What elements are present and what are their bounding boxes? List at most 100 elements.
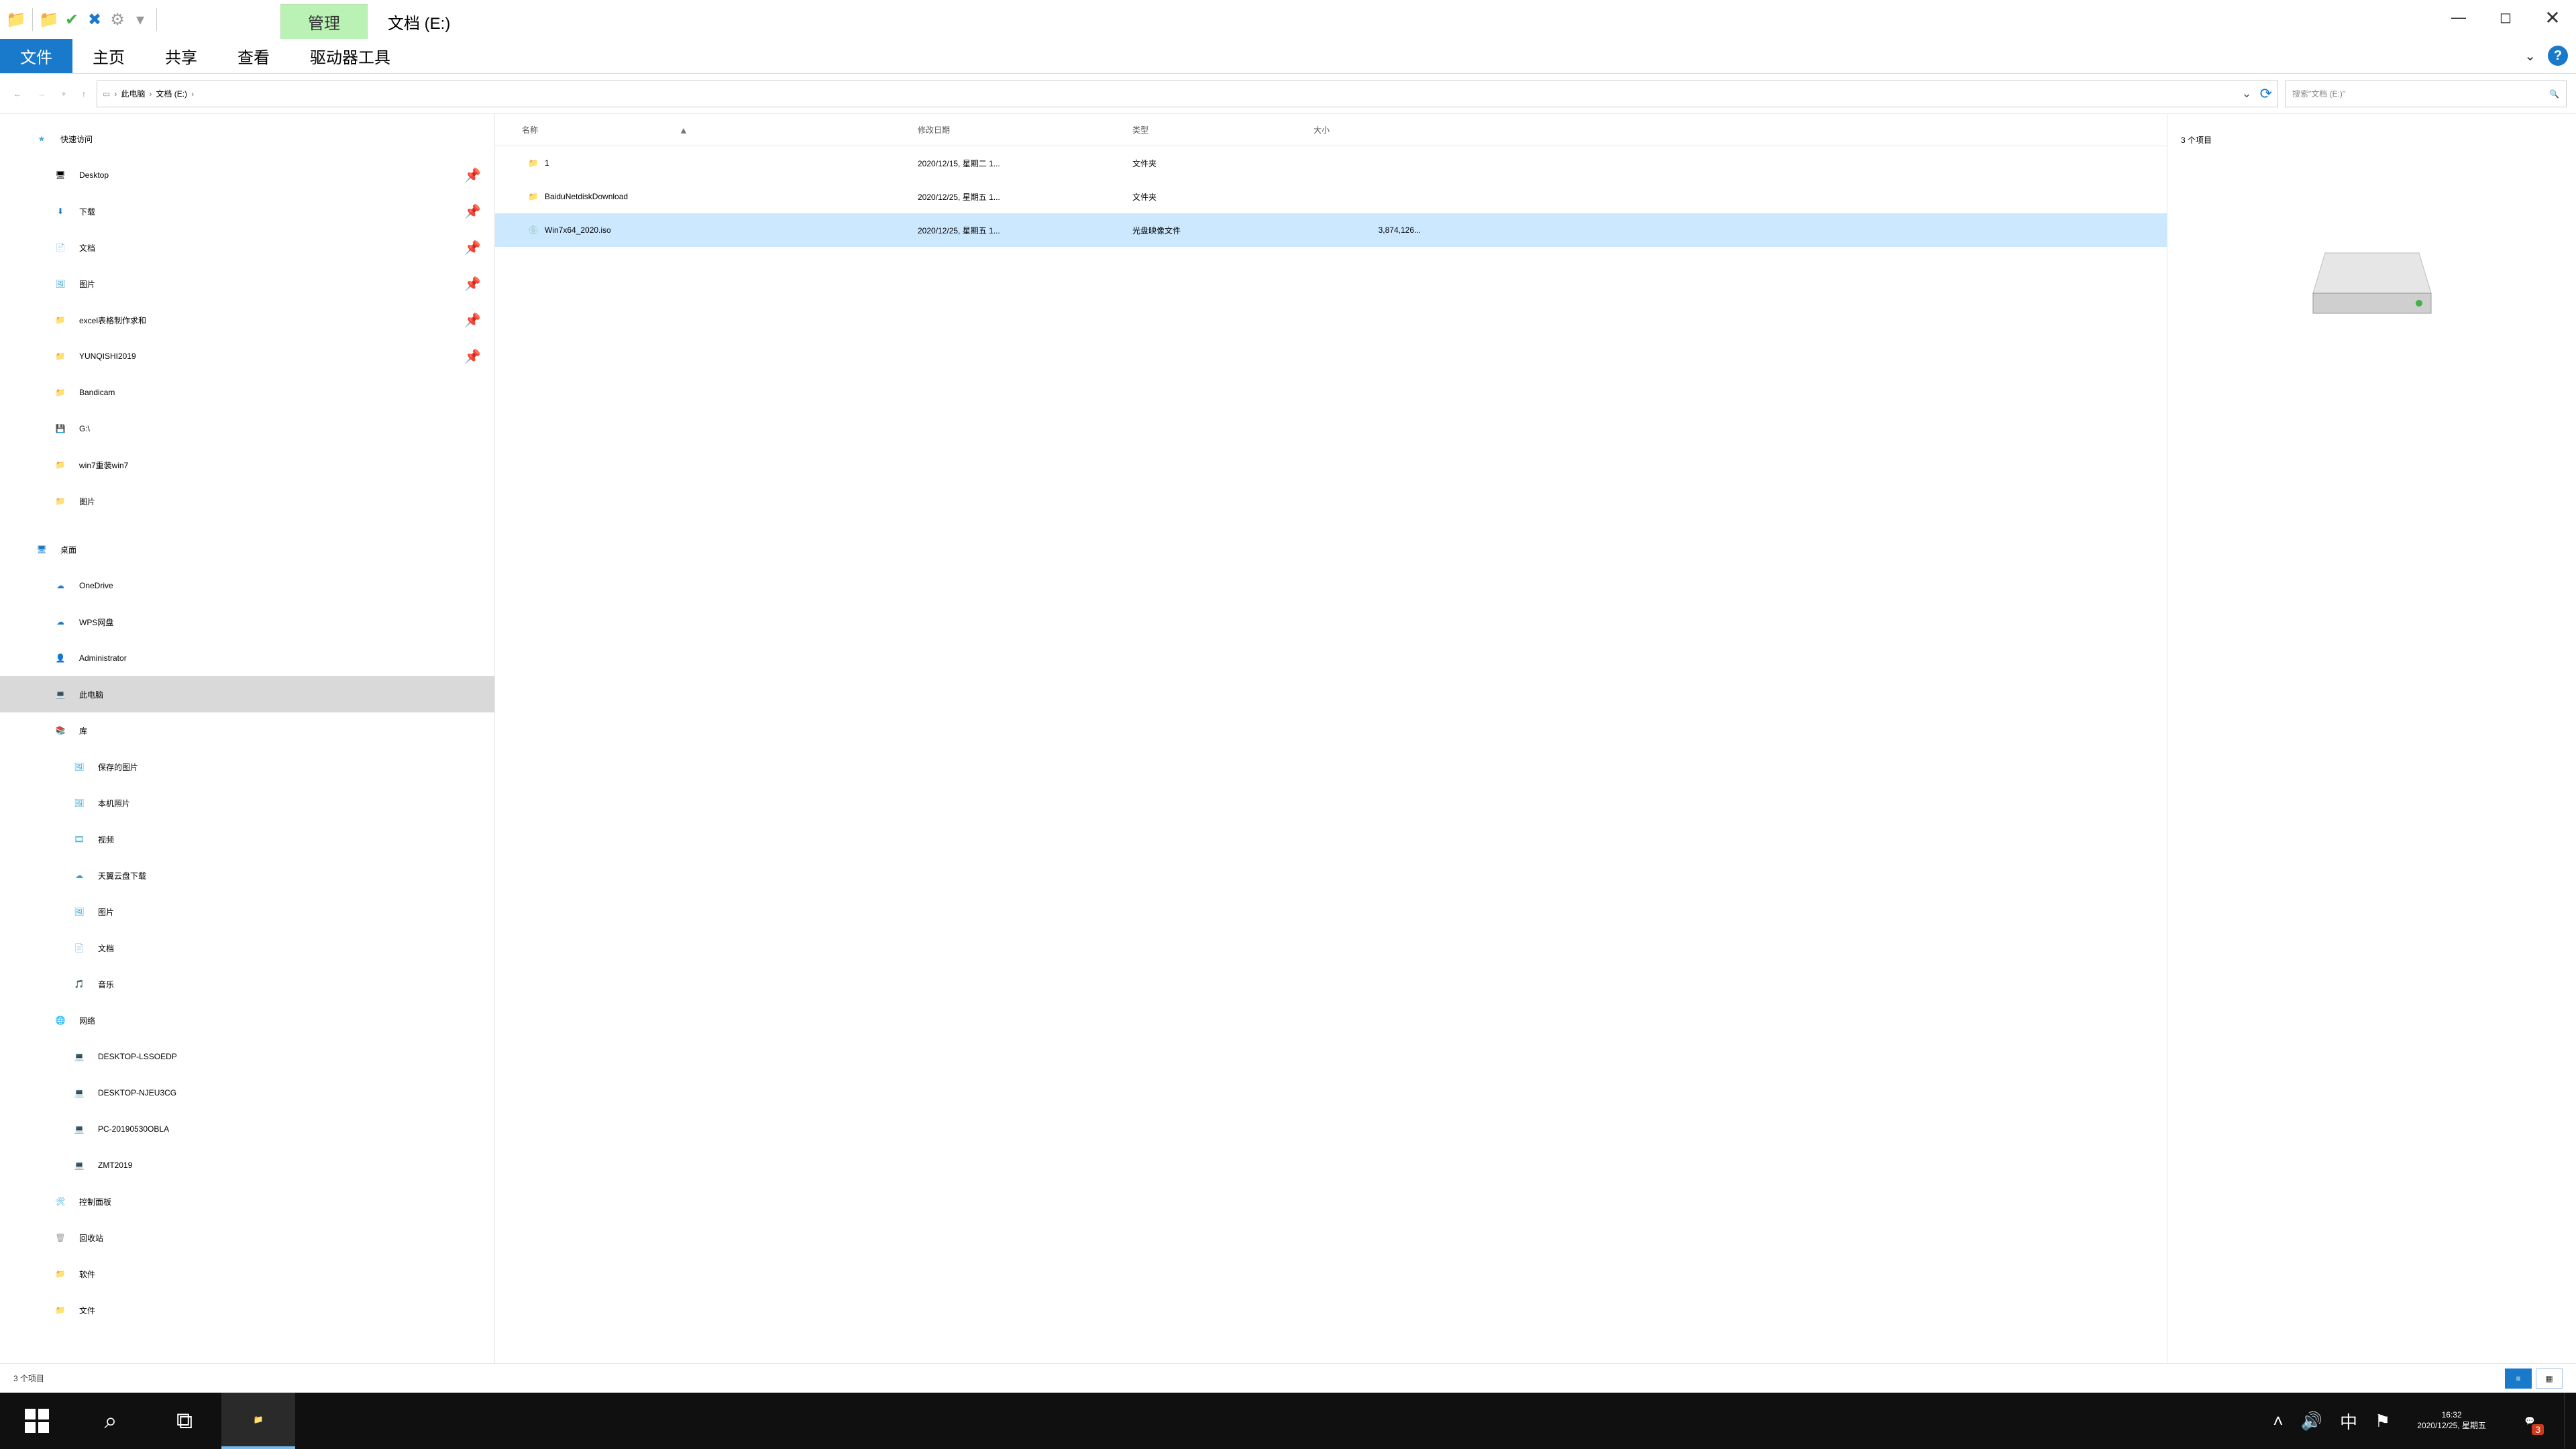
tree-quick-access[interactable]: ★ 快速访问 xyxy=(0,121,494,157)
tree-item[interactable]: 🖼本机照片 xyxy=(0,785,494,821)
ribbon-tab-drive-tools[interactable]: 驱动器工具 xyxy=(290,39,411,73)
tree-item[interactable]: ⬇下载📌 xyxy=(0,193,494,229)
col-size[interactable]: 大小 xyxy=(1313,124,1428,136)
tree-item[interactable]: 💻此电脑 xyxy=(0,676,494,712)
ribbon-collapse-icon[interactable]: ⌄ xyxy=(2524,48,2536,64)
tree-network[interactable]: 🌐 网络 xyxy=(0,1002,494,1038)
tree-item[interactable]: 📁Bandicam xyxy=(0,374,494,411)
search-box[interactable]: 搜索"文档 (E:)" 🔍 xyxy=(2285,80,2567,107)
close-x-icon[interactable]: ✖ xyxy=(85,10,104,29)
col-label: 名称 xyxy=(522,124,538,136)
tree-item[interactable]: 📚库 xyxy=(0,712,494,749)
ribbon-file-tab[interactable]: 文件 xyxy=(0,39,72,73)
col-type[interactable]: 类型 xyxy=(1132,124,1313,136)
tree-files[interactable]: 📁 文件 xyxy=(0,1292,494,1328)
tree-item[interactable]: 💾G:\ xyxy=(0,411,494,447)
nav-up-icon[interactable]: ↑ xyxy=(82,89,86,99)
tree-item[interactable]: 📁图片 xyxy=(0,483,494,519)
file-icon: 💿 xyxy=(522,225,545,235)
show-desktop-button[interactable] xyxy=(2564,1393,2571,1449)
folder-icon[interactable]: 📁 xyxy=(40,10,58,29)
item-icon: 📁 xyxy=(51,496,70,506)
start-button[interactable] xyxy=(0,1393,74,1449)
item-icon: 🖼 xyxy=(51,279,70,288)
ribbon-tab-share[interactable]: 共享 xyxy=(145,39,217,73)
tree-label: G:\ xyxy=(79,424,90,433)
security-icon[interactable]: ⚑ xyxy=(2375,1411,2390,1432)
ribbon-right: ⌄ ? xyxy=(2524,46,2568,66)
address-dropdown-icon[interactable]: ⌄ xyxy=(2241,87,2251,101)
breadcrumb-item[interactable]: 文档 (E:) xyxy=(156,88,187,99)
tree-item[interactable]: 🖼图片 xyxy=(0,894,494,930)
action-center-icon[interactable]: 💬3 xyxy=(2513,1404,2546,1438)
file-row[interactable]: 📁BaiduNetdiskDownload2020/12/25, 星期五 1..… xyxy=(495,180,2167,213)
nav-tree[interactable]: ★ 快速访问 🖥Desktop📌⬇下载📌📄文档📌🖼图片📌📁excel表格制作求和… xyxy=(0,114,495,1363)
breadcrumb-item[interactable]: 此电脑 xyxy=(121,88,145,99)
tree-item[interactable]: 💻DESKTOP-NJEU3CG xyxy=(0,1075,494,1111)
drive-icon: ▭ xyxy=(103,89,110,99)
nav-arrows: ← → ▾ ↑ xyxy=(9,89,90,99)
gear-icon[interactable]: ⚙ xyxy=(108,10,127,29)
item-icon: 👤 xyxy=(51,653,70,663)
task-view-icon[interactable]: ⧉ xyxy=(148,1393,221,1449)
close-button[interactable]: ✕ xyxy=(2529,0,2576,35)
tree-item[interactable]: 📄文档 xyxy=(0,930,494,966)
tree-item[interactable]: 🎞视频 xyxy=(0,821,494,857)
maximize-button[interactable]: ◻ xyxy=(2482,0,2529,35)
tree-item[interactable]: 💻ZMT2019 xyxy=(0,1147,494,1183)
taskbar-explorer-icon[interactable]: 📁 xyxy=(221,1393,295,1449)
item-icon: 🖼 xyxy=(70,907,89,916)
taskbar-search-icon[interactable]: ⌕ xyxy=(74,1393,148,1449)
tree-item[interactable]: 🖼保存的图片 xyxy=(0,749,494,785)
ime-indicator[interactable]: 中 xyxy=(2340,1409,2357,1434)
tree-control-panel[interactable]: 🛠 控制面板 xyxy=(0,1183,494,1220)
tree-recycle-bin[interactable]: 🗑 回收站 xyxy=(0,1220,494,1256)
minimize-button[interactable]: — xyxy=(2435,0,2482,35)
tree-desktop[interactable]: 🖥 桌面 xyxy=(0,531,494,568)
file-row[interactable]: 📁12020/12/15, 星期二 1...文件夹 xyxy=(495,146,2167,180)
volume-icon[interactable]: 🔊 xyxy=(2301,1411,2322,1432)
item-icon: 💻 xyxy=(70,1161,89,1170)
address-bar[interactable]: ▭ › 此电脑 › 文档 (E:) › ⌄ ⟳ xyxy=(97,80,2278,107)
tree-item[interactable]: 💻DESKTOP-LSSOEDP xyxy=(0,1038,494,1075)
file-list-area: 名称 ▲ 修改日期 类型 大小 📁12020/12/15, 星期二 1...文件… xyxy=(495,114,2167,1363)
col-date[interactable]: 修改日期 xyxy=(918,124,1132,136)
tree-item[interactable]: 👤 Administrator xyxy=(0,640,494,676)
help-icon[interactable]: ? xyxy=(2548,46,2568,66)
tray-chevron-up-icon[interactable]: ˄ xyxy=(2273,1411,2283,1432)
tree-item[interactable]: 📄文档📌 xyxy=(0,229,494,266)
view-details-button[interactable]: ≡ xyxy=(2505,1368,2532,1389)
ribbon-tab-home[interactable]: 主页 xyxy=(72,39,145,73)
nav-forward-icon[interactable]: → xyxy=(38,89,46,99)
tree-item[interactable]: 💻PC-20190530OBLA xyxy=(0,1111,494,1147)
address-bar-row: ← → ▾ ↑ ▭ › 此电脑 › 文档 (E:) › ⌄ ⟳ 搜索"文档 (E… xyxy=(0,74,2576,114)
tree-item[interactable]: 📁win7重装win7 xyxy=(0,447,494,483)
file-row[interactable]: 💿Win7x64_2020.iso2020/12/25, 星期五 1...光盘映… xyxy=(495,213,2167,247)
search-icon[interactable]: 🔍 xyxy=(2549,89,2559,99)
ribbon-tab-view[interactable]: 查看 xyxy=(217,39,290,73)
item-icon: 📚 xyxy=(51,726,70,735)
tree-software[interactable]: 📁 软件 xyxy=(0,1256,494,1292)
column-headers: 名称 ▲ 修改日期 类型 大小 xyxy=(495,114,2167,146)
tree-item[interactable]: ☁WPS网盘 xyxy=(0,604,494,640)
chevron-down-icon[interactable]: ▾ xyxy=(131,10,150,29)
refresh-icon[interactable]: ⟳ xyxy=(2260,85,2272,103)
check-icon[interactable]: ✔ xyxy=(62,10,81,29)
nav-recent-icon[interactable]: ▾ xyxy=(62,89,66,99)
file-name: 1 xyxy=(545,158,918,168)
context-tab-manage[interactable]: 管理 xyxy=(280,4,368,39)
tree-item[interactable]: 🖼图片📌 xyxy=(0,266,494,302)
col-name[interactable]: 名称 ▲ xyxy=(522,124,918,136)
tree-label: Administrator xyxy=(79,653,127,663)
tree-label: 软件 xyxy=(79,1269,95,1280)
nav-back-icon[interactable]: ← xyxy=(13,89,21,99)
tree-item[interactable]: 📁excel表格制作求和📌 xyxy=(0,302,494,338)
tree-item[interactable]: ☁OneDrive xyxy=(0,568,494,604)
tree-item[interactable]: 🖥Desktop📌 xyxy=(0,157,494,193)
view-thumbnails-button[interactable]: ▦ xyxy=(2536,1368,2563,1389)
tree-item[interactable]: ☁天翼云盘下载 xyxy=(0,857,494,894)
tree-label: Bandicam xyxy=(79,388,115,397)
tree-item[interactable]: 📁YUNQISHI2019📌 xyxy=(0,338,494,374)
taskbar-clock[interactable]: 16:32 2020/12/25, 星期五 xyxy=(2408,1410,2496,1431)
tree-item[interactable]: 🎵音乐 xyxy=(0,966,494,1002)
